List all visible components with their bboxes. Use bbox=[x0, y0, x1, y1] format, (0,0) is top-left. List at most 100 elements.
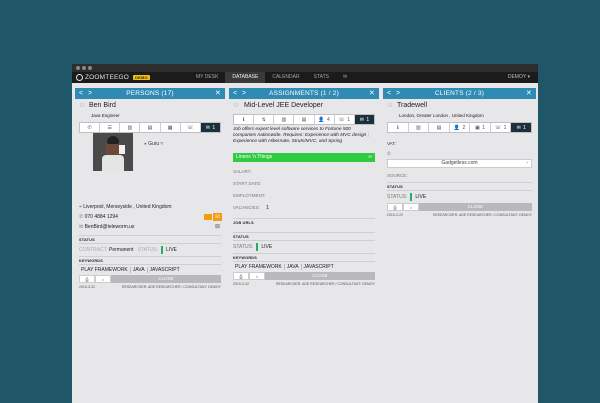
status-indicator bbox=[256, 243, 259, 251]
user-menu[interactable]: DEMOY ▾ bbox=[508, 72, 530, 83]
assignments-panel: < > ASSIGNMENTS (1 / 2) ✕ ☆ Mid-Level JE… bbox=[229, 88, 379, 403]
close-icon[interactable]: ✕ bbox=[369, 88, 375, 99]
keywords-section-label: KEYWORDS bbox=[79, 259, 103, 263]
tab-phone-icon[interactable]: ✆ bbox=[80, 123, 101, 132]
main-nav: MY DESK DATABASE CALENDAR STATS ✉ bbox=[189, 72, 354, 83]
tab-document-icon[interactable]: ▤ bbox=[294, 115, 315, 124]
status-value: LIVE bbox=[415, 194, 427, 200]
tab-stats-icon[interactable]: ▥ bbox=[409, 123, 430, 132]
tab-info-icon[interactable]: ℹ bbox=[388, 123, 409, 132]
print-icon[interactable]: ⎙ bbox=[79, 275, 95, 283]
assignment-title-row: ☆ Mid-Level JEE Developer bbox=[229, 99, 379, 113]
prev-arrow-icon[interactable]: < bbox=[233, 88, 237, 99]
next-arrow-icon[interactable]: > bbox=[396, 88, 400, 99]
website-value: Gadgetless.com bbox=[441, 160, 478, 166]
nav-stats[interactable]: STATS bbox=[307, 72, 336, 83]
print-icon[interactable]: ⎙ bbox=[233, 272, 249, 280]
tab-info-icon[interactable]: ℹ bbox=[234, 115, 255, 124]
close-window-dot[interactable] bbox=[76, 66, 80, 70]
tab-assignments[interactable]: ▣ 1 bbox=[470, 123, 491, 132]
keyword-tag[interactable]: JAVA bbox=[285, 264, 302, 270]
tab-document-icon[interactable]: ▤ bbox=[140, 123, 161, 132]
keyword-tag[interactable]: PLAY FRAMEWORK bbox=[233, 264, 285, 270]
vacancies-label: VACANCIES: bbox=[233, 205, 260, 210]
tab-contact-icon[interactable]: ☏ bbox=[181, 123, 201, 132]
star-icon[interactable]: ☆ bbox=[387, 99, 393, 113]
tab-contacts[interactable]: ☏ 1 bbox=[491, 123, 512, 132]
status-indicator bbox=[410, 193, 413, 201]
app-window: ZOOMTEEGO DEMO MY DESK DATABASE CALENDAR… bbox=[72, 64, 538, 403]
status-value: LIVE bbox=[261, 244, 273, 250]
employment-label: EMPLOYMENT: bbox=[233, 193, 266, 198]
person-name: Ben Bird bbox=[89, 102, 116, 109]
maximize-window-dot[interactable] bbox=[88, 66, 92, 70]
contract-value: Permanent bbox=[109, 247, 134, 253]
person-phone[interactable]: 070 4884 1294 bbox=[85, 214, 118, 220]
panel-footer: 2015-3-22 RESEARCHER: ADE RESEARCHER / C… bbox=[383, 211, 536, 219]
chevron-right-icon[interactable]: › bbox=[526, 160, 528, 167]
status-value: LIVE bbox=[166, 247, 177, 253]
tab-sort-icon[interactable]: ⇅ bbox=[254, 115, 275, 124]
keyword-tag[interactable]: JAVASCRIPT bbox=[148, 267, 182, 273]
prev-arrow-icon[interactable]: < bbox=[79, 88, 83, 99]
nav-database[interactable]: DATABASE bbox=[225, 72, 266, 83]
client-tabs: ℹ ▥ ▤ 👤 2 ▣ 1 ☏ 1 ✉ 1 bbox=[387, 122, 532, 133]
footer-researcher[interactable]: RESEARCHER: ADE RESEARCHER / CONSULTANT:… bbox=[433, 213, 532, 217]
sms-icon[interactable] bbox=[204, 214, 212, 220]
email-action-icon[interactable]: ⊠ bbox=[215, 223, 220, 230]
next-arrow-icon[interactable]: > bbox=[88, 88, 92, 99]
star-icon[interactable]: ☆ bbox=[233, 99, 239, 113]
tab-stats-icon[interactable]: ▥ bbox=[274, 115, 295, 124]
tab-contacts[interactable]: ☏ 1 bbox=[335, 115, 355, 124]
tab-persons-count: 2 bbox=[462, 124, 466, 131]
close-button[interactable]: CLOSE bbox=[111, 275, 221, 283]
panel-footer: 2015-3-22 RESEARCHER: ADE RESEARCHER / C… bbox=[75, 283, 225, 291]
tab-candidates[interactable]: 👤 4 bbox=[315, 115, 335, 124]
tab-document-icon[interactable]: ▤ bbox=[429, 123, 450, 132]
close-icon[interactable]: ✕ bbox=[526, 88, 532, 99]
footer-researcher[interactable]: RESEARCHER: ADE RESEARCHER / CONSULTANT:… bbox=[122, 285, 221, 289]
tab-contacts-count: 1 bbox=[347, 116, 350, 123]
email-row: ✉ BenBird@teleworm.us ⊠ bbox=[75, 222, 225, 232]
tab-messages[interactable]: ✉ 1 bbox=[354, 115, 374, 124]
keyword-tag[interactable]: JAVASCRIPT bbox=[302, 264, 336, 270]
star-icon[interactable]: ☆ bbox=[79, 99, 85, 113]
person-email[interactable]: BenBird@teleworm.us bbox=[85, 224, 135, 230]
website-field[interactable]: Gadgetless.com › bbox=[387, 159, 532, 168]
minimize-window-dot[interactable] bbox=[82, 66, 86, 70]
divider bbox=[233, 218, 375, 219]
close-button[interactable]: CLOSE bbox=[419, 203, 532, 211]
vacancies-value: 1 bbox=[266, 205, 269, 211]
footer-date: 2015-3-22 bbox=[387, 213, 403, 217]
keyword-tag[interactable]: PLAY FRAMEWORK bbox=[79, 267, 131, 273]
person-tabs: ✆ ☰ ▥ ▤ ▦ ☏ ✉ 1 bbox=[79, 122, 221, 133]
link-icon[interactable]: ∞ bbox=[368, 153, 372, 162]
nav-messages-icon[interactable]: ✉ bbox=[336, 72, 354, 83]
panel-actions: ⎙ ⌂ CLOSE bbox=[387, 203, 532, 211]
call-icon[interactable]: ☏ bbox=[213, 213, 222, 221]
tab-messages[interactable]: ✉ 1 bbox=[200, 123, 220, 132]
print-icon[interactable]: ⎙ bbox=[387, 203, 403, 211]
client-name: Tradewell bbox=[397, 102, 428, 109]
keyword-tag[interactable]: JAVA bbox=[131, 267, 148, 273]
assignments-panel-title: ASSIGNMENTS (1 / 2) bbox=[269, 90, 339, 97]
nav-calendar[interactable]: CALENDAR bbox=[265, 72, 306, 83]
tab-list-icon[interactable]: ☰ bbox=[100, 123, 121, 132]
tab-assignments-count: 1 bbox=[482, 124, 486, 131]
archive-icon[interactable]: ⌂ bbox=[95, 275, 111, 283]
archive-icon[interactable]: ⌂ bbox=[403, 203, 419, 211]
close-button[interactable]: CLOSE bbox=[265, 272, 375, 280]
tab-stats-icon[interactable]: ▥ bbox=[120, 123, 141, 132]
divider bbox=[79, 256, 221, 257]
tab-persons[interactable]: 👤 2 bbox=[450, 123, 471, 132]
next-arrow-icon[interactable]: > bbox=[242, 88, 246, 99]
status-row: STATUS: LIVE bbox=[383, 191, 536, 203]
close-icon[interactable]: ✕ bbox=[215, 88, 221, 99]
archive-icon[interactable]: ⌂ bbox=[249, 272, 265, 280]
footer-researcher[interactable]: RESEARCHER: ADE RESEARCHER / CONSULTANT:… bbox=[276, 282, 375, 286]
tab-messages[interactable]: ✉ 1 bbox=[511, 123, 532, 132]
prev-arrow-icon[interactable]: < bbox=[387, 88, 391, 99]
client-bar[interactable]: Linens 'n Things ∞ bbox=[233, 153, 375, 162]
tab-notes-icon[interactable]: ▦ bbox=[161, 123, 181, 132]
nav-my-desk[interactable]: MY DESK bbox=[189, 72, 225, 83]
